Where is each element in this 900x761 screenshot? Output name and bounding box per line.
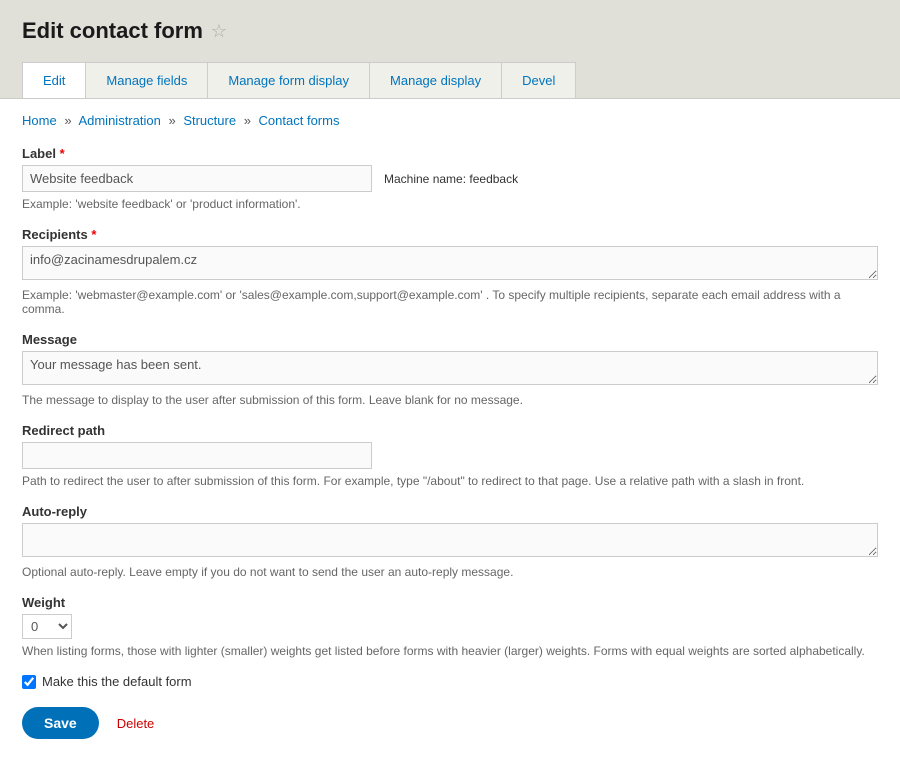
form-item-message: Message Your message has been sent. The … (22, 332, 878, 407)
recipients-input[interactable]: info@zacinamesdrupalem.cz (22, 246, 878, 280)
breadcrumb-contact-forms[interactable]: Contact forms (259, 113, 340, 128)
machine-name: Machine name: feedback (384, 172, 518, 186)
recipients-label: Recipients * (22, 227, 878, 242)
tabs: Edit Manage fields Manage form display M… (22, 62, 878, 98)
form-item-weight: Weight 0 When listing forms, those with … (22, 595, 878, 658)
label-input-row: Machine name: feedback (22, 165, 878, 192)
page-title-row: Edit contact form ☆ (22, 18, 878, 44)
label-input[interactable] (22, 165, 372, 192)
label-label: Label * (22, 146, 878, 161)
header-region: Edit contact form ☆ Edit Manage fields M… (0, 0, 900, 99)
breadcrumb-separator: » (244, 113, 251, 128)
weight-description: When listing forms, those with lighter (… (22, 644, 878, 658)
form-item-auto-reply: Auto-reply Optional auto-reply. Leave em… (22, 504, 878, 579)
redirect-input[interactable] (22, 442, 372, 469)
content-region: Home » Administration » Structure » Cont… (0, 99, 900, 761)
breadcrumb: Home » Administration » Structure » Cont… (22, 113, 878, 128)
auto-reply-label: Auto-reply (22, 504, 878, 519)
label-description: Example: 'website feedback' or 'product … (22, 197, 878, 211)
tab-devel[interactable]: Devel (501, 62, 576, 98)
required-mark: * (60, 146, 65, 161)
form-actions: Save Delete (22, 707, 878, 739)
breadcrumb-separator: » (64, 113, 71, 128)
breadcrumb-home[interactable]: Home (22, 113, 57, 128)
form-item-recipients: Recipients * info@zacinamesdrupalem.cz E… (22, 227, 878, 316)
message-label: Message (22, 332, 878, 347)
auto-reply-description: Optional auto-reply. Leave empty if you … (22, 565, 878, 579)
redirect-description: Path to redirect the user to after submi… (22, 474, 878, 488)
message-description: The message to display to the user after… (22, 393, 878, 407)
form-item-default: Make this the default form (22, 674, 878, 689)
form-item-redirect: Redirect path Path to redirect the user … (22, 423, 878, 488)
redirect-label: Redirect path (22, 423, 878, 438)
tab-manage-fields[interactable]: Manage fields (85, 62, 208, 98)
default-form-label[interactable]: Make this the default form (42, 674, 192, 689)
breadcrumb-structure[interactable]: Structure (183, 113, 236, 128)
weight-label: Weight (22, 595, 878, 610)
breadcrumb-administration[interactable]: Administration (78, 113, 160, 128)
default-form-checkbox[interactable] (22, 675, 36, 689)
tab-edit[interactable]: Edit (22, 62, 86, 98)
delete-link[interactable]: Delete (117, 716, 155, 731)
star-icon[interactable]: ☆ (211, 21, 227, 42)
auto-reply-input[interactable] (22, 523, 878, 557)
page-title: Edit contact form (22, 18, 203, 44)
breadcrumb-separator: » (168, 113, 175, 128)
weight-select[interactable]: 0 (22, 614, 72, 639)
form-item-label: Label * Machine name: feedback Example: … (22, 146, 878, 211)
tab-manage-form-display[interactable]: Manage form display (207, 62, 370, 98)
tab-manage-display[interactable]: Manage display (369, 62, 502, 98)
message-input[interactable]: Your message has been sent. (22, 351, 878, 385)
required-mark: * (91, 227, 96, 242)
save-button[interactable]: Save (22, 707, 99, 739)
recipients-description: Example: 'webmaster@example.com' or 'sal… (22, 288, 878, 316)
